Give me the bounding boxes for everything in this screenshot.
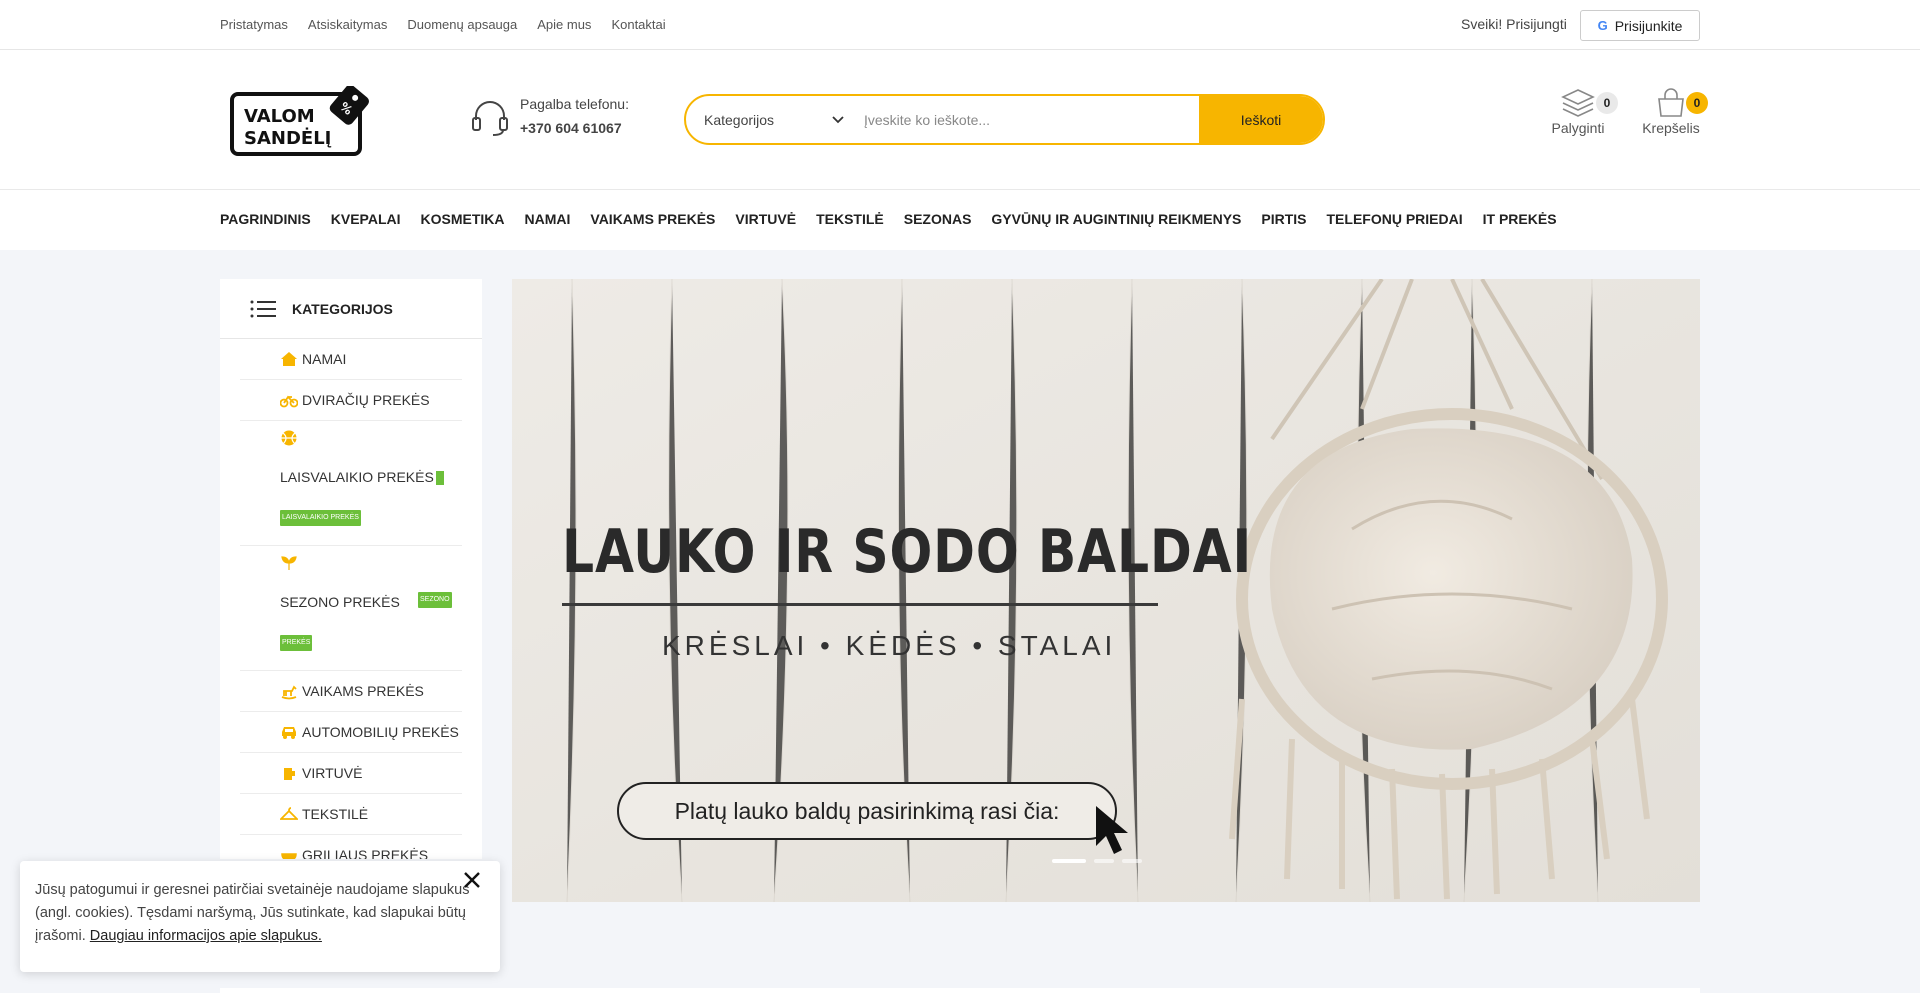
banner-cta-button[interactable]: Platų lauko baldų pasirinkimą rasi čia: <box>617 782 1117 840</box>
cookie-notice: Jūsų patogumui ir geresnei patirčiai sve… <box>20 861 500 972</box>
nav-item-kids[interactable]: VAIKAMS PREKĖS <box>590 211 715 227</box>
sidebar-item-kitchen[interactable]: VIRTUVĖ <box>240 753 462 794</box>
top-links: Pristatymas Atsiskaitymas Duomenų apsaug… <box>220 17 666 32</box>
banner-divider <box>562 603 1158 606</box>
category-tag-bottom: PREKĖS <box>280 635 313 651</box>
sidebar-item-label: NAMAI <box>302 351 347 367</box>
sidebar-item-label: DVIRAČIŲ PREKĖS <box>302 392 430 408</box>
close-icon[interactable] <box>460 868 484 892</box>
category-sidebar: KATEGORIJOS NAMAI DVIRAČIŲ PREKĖS LAISVA… <box>220 279 482 859</box>
leaf-icon <box>281 556 297 570</box>
sidebar-item-bicycle[interactable]: DVIRAČIŲ PREKĖS <box>240 380 462 421</box>
category-tag-top: SEZONO <box>418 592 452 608</box>
nav-item-sauna[interactable]: PIRTIS <box>1261 211 1306 227</box>
cart-link[interactable]: 0 Krepšelis <box>1636 88 1708 148</box>
hanger-icon <box>280 807 298 820</box>
sidebar-item-season[interactable]: SEZONO PREKĖS SEZONO PREKĖS <box>240 546 462 671</box>
sidebar-item-auto[interactable]: AUTOMOBILIŲ PREKĖS <box>240 712 462 753</box>
sidebar-item-label: GRILIAUS PREKĖS <box>302 847 429 859</box>
rocking-horse-icon <box>281 685 297 700</box>
chevron-down-icon <box>832 115 844 123</box>
top-link-delivery[interactable]: Pristatymas <box>220 17 288 32</box>
car-icon <box>282 727 296 739</box>
sidebar-title: KATEGORIJOS <box>292 300 393 317</box>
sidebar-item-label: SEZONO PREKĖS <box>280 594 400 610</box>
slider-dot[interactable] <box>1052 859 1086 863</box>
compare-label: Palyginti <box>1551 120 1605 136</box>
logo-line2: SANDĖLĮ <box>244 127 332 149</box>
compare-count-badge: 0 <box>1596 92 1618 114</box>
search-bar: Kategorijos Ieškoti <box>684 94 1325 145</box>
sidebar-header[interactable]: KATEGORIJOS <box>220 279 482 339</box>
sidebar-item-grill[interactable]: GRILIAUS PREKĖS <box>240 835 462 859</box>
nav-item-home-goods[interactable]: NAMAI <box>525 211 571 227</box>
house-icon <box>281 352 297 366</box>
nav-item-perfume[interactable]: KVEPALAI <box>331 211 401 227</box>
slider-dot[interactable] <box>1122 859 1142 863</box>
sidebar-item-namai[interactable]: NAMAI <box>240 339 462 380</box>
cursor-arrow-icon <box>1096 806 1128 854</box>
headset-icon <box>472 101 508 136</box>
ball-icon <box>281 430 297 446</box>
category-tag: LAISVALAIKIO PREKĖS <box>280 510 361 526</box>
top-link-payment[interactable]: Atsiskaitymas <box>308 17 387 32</box>
cart-label: Krepšelis <box>1642 120 1700 136</box>
site-logo[interactable]: % VALOM SANDĖLĮ <box>230 86 370 158</box>
sidebar-item-textile[interactable]: TEKSTILĖ <box>240 794 462 835</box>
hero-banner[interactable]: LAUKO IR SODO BALDAI KRĖSLAI • KĖDĖS • S… <box>512 279 1700 902</box>
site-header: % VALOM SANDĖLĮ Pagalba telefonu: +370 6… <box>0 50 1920 190</box>
sidebar-item-label: AUTOMOBILIŲ PREKĖS <box>302 724 459 740</box>
banner-subtitle: KRĖSLAI • KĖDĖS • STALAI <box>662 630 1117 661</box>
sidebar-item-leisure[interactable]: LAISVALAIKIO PREKĖS LAISVALAIKIO PREKĖS <box>240 421 462 546</box>
shopping-bag-icon <box>1658 88 1684 117</box>
top-link-contacts[interactable]: Kontaktai <box>611 17 665 32</box>
cookie-more-info-link[interactable]: Daugiau informacijos apie slapukus. <box>90 928 322 944</box>
grill-icon <box>281 853 297 859</box>
tag-flag <box>435 471 444 486</box>
sidebar-item-label: LAISVALAIKIO PREKĖS <box>280 469 434 485</box>
top-bar: Pristatymas Atsiskaitymas Duomenų apsaug… <box>0 0 1920 50</box>
slider-dot[interactable] <box>1094 859 1114 863</box>
sidebar-item-label: VAIKAMS PREKĖS <box>302 683 424 699</box>
phone-number[interactable]: +370 604 61067 <box>520 120 622 136</box>
nav-item-textile[interactable]: TEKSTILĖ <box>816 211 884 227</box>
sidebar-item-label: TEKSTILĖ <box>302 806 369 822</box>
slider-dots <box>1052 859 1142 863</box>
nav-item-kitchen[interactable]: VIRTUVĖ <box>735 211 796 227</box>
sidebar-item-kids[interactable]: VAIKAMS PREKĖS <box>240 671 462 712</box>
search-input[interactable] <box>856 96 1199 143</box>
nav-item-pets[interactable]: GYVŪNŲ IR AUGINTINIŲ REIKMENYS <box>991 211 1241 227</box>
main-nav: PAGRINDINIS KVEPALAI KOSMETIKA NAMAI VAI… <box>0 190 1920 250</box>
google-login-label: Prisijunkite <box>1614 17 1683 34</box>
compare-link[interactable]: 0 Palyginti <box>1543 88 1618 148</box>
nav-item-cosmetics[interactable]: KOSMETIKA <box>421 211 505 227</box>
jug-icon <box>284 768 295 780</box>
top-link-about[interactable]: Apie mus <box>537 17 591 32</box>
banner-title: LAUKO IR SODO BALDAI <box>562 517 1253 587</box>
content-strip <box>220 988 1700 993</box>
top-link-privacy[interactable]: Duomenų apsauga <box>407 17 517 32</box>
nav-item-phone-accessories[interactable]: TELEFONŲ PRIEDAI <box>1327 211 1463 227</box>
nav-item-it[interactable]: IT PREKĖS <box>1483 211 1557 227</box>
search-button[interactable]: Ieškoti <box>1199 96 1323 143</box>
cart-count-badge: 0 <box>1686 92 1708 114</box>
search-category-label: Kategorijos <box>704 111 775 128</box>
nav-item-home[interactable]: PAGRINDINIS <box>220 211 311 227</box>
search-category-select[interactable]: Kategorijos <box>686 96 856 143</box>
list-icon <box>250 300 276 317</box>
bicycle-icon <box>280 395 298 408</box>
nav-item-season[interactable]: SEZONAS <box>904 211 972 227</box>
logo-line1: VALOM <box>244 106 315 127</box>
login-greeting[interactable]: Sveiki! Prisijungti <box>1461 16 1567 32</box>
layers-icon <box>1561 89 1595 117</box>
google-icon: G <box>1597 18 1608 33</box>
google-login-button[interactable]: G Prisijunkite <box>1580 10 1700 41</box>
phone-help-label: Pagalba telefonu: <box>520 96 629 112</box>
sidebar-item-label: VIRTUVĖ <box>302 765 363 781</box>
